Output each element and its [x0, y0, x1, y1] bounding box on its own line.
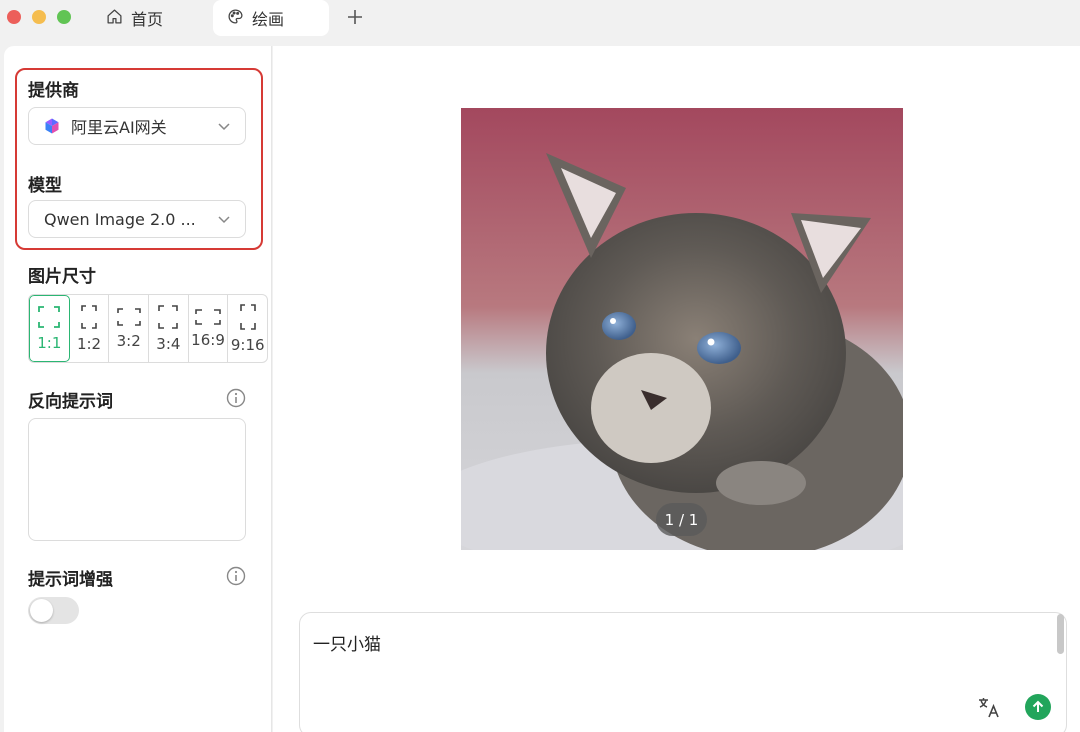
provider-select[interactable]: 阿里云AI网关: [28, 107, 246, 145]
ratio-label: 3:4: [156, 334, 181, 353]
prompt-enhance-toggle[interactable]: [28, 597, 79, 624]
generated-image[interactable]: [461, 108, 903, 550]
provider-label: 提供商: [28, 81, 79, 101]
plus-icon: [348, 10, 362, 24]
ratio-label: 3:2: [116, 331, 141, 350]
ratio-tall-icon: [239, 303, 256, 330]
title-bar: 首页 绘画: [0, 0, 1080, 46]
prompt-input[interactable]: [299, 612, 1067, 732]
chevron-down-icon: [218, 216, 230, 224]
ratio-label: 9:16: [230, 335, 265, 354]
ratio-portrait-icon: [158, 304, 179, 329]
kitten-image: [461, 108, 903, 550]
home-icon: [106, 8, 123, 29]
image-counter: 1 / 1: [656, 503, 707, 536]
aliyun-logo-icon: [45, 118, 59, 134]
info-icon[interactable]: [226, 388, 246, 408]
tab-paint-label: 绘画: [252, 10, 285, 29]
aspect-ratio-selector: 1:1 1:2 3:2 3:4 16:9 9:16: [28, 294, 268, 363]
tab-paint[interactable]: 绘画: [213, 0, 329, 36]
arrow-up-icon: [1032, 700, 1044, 712]
ratio-option-1-1[interactable]: 1:1: [29, 295, 70, 362]
ratio-label: 1:1: [37, 333, 62, 352]
ratio-option-9-16[interactable]: 9:16: [228, 295, 267, 362]
ratio-landscape-icon: [116, 307, 141, 326]
palette-icon: [227, 8, 244, 29]
prompt-enhance-label: 提示词增强: [28, 570, 113, 590]
prompt-text: 一只小猫: [313, 635, 381, 655]
image-size-label: 图片尺寸: [28, 267, 96, 287]
ratio-option-1-2[interactable]: 1:2: [70, 295, 110, 362]
ratio-square-icon: [38, 305, 61, 328]
negative-prompt-label: 反向提示词: [28, 392, 113, 412]
ratio-wide-icon: [195, 308, 221, 325]
model-value: Qwen Image 2.0 ...: [44, 209, 196, 229]
ratio-portrait-icon: [81, 304, 97, 329]
new-tab-button[interactable]: [343, 5, 367, 29]
info-icon[interactable]: [226, 566, 246, 586]
model-label: 模型: [28, 176, 62, 196]
send-button[interactable]: [1025, 694, 1051, 720]
ratio-option-3-2[interactable]: 3:2: [109, 295, 150, 362]
ratio-option-3-4[interactable]: 3:4: [149, 295, 189, 362]
provider-value: 阿里云AI网关: [71, 118, 167, 137]
chevron-down-icon: [218, 123, 230, 131]
prompt-scrollbar[interactable]: [1057, 614, 1064, 654]
model-select[interactable]: Qwen Image 2.0 ...: [28, 200, 246, 238]
negative-prompt-input[interactable]: [28, 418, 246, 541]
ratio-label: 1:2: [76, 334, 102, 353]
tab-home[interactable]: 首页: [92, 0, 177, 36]
toggle-knob: [30, 599, 53, 622]
translate-icon[interactable]: [977, 695, 1001, 719]
tab-home-label: 首页: [131, 10, 164, 29]
ratio-label: 16:9: [191, 330, 225, 349]
window-maximize-button[interactable]: [57, 10, 71, 24]
window-minimize-button[interactable]: [32, 10, 46, 24]
ratio-option-16-9[interactable]: 16:9: [189, 295, 229, 362]
window-close-button[interactable]: [7, 10, 21, 24]
